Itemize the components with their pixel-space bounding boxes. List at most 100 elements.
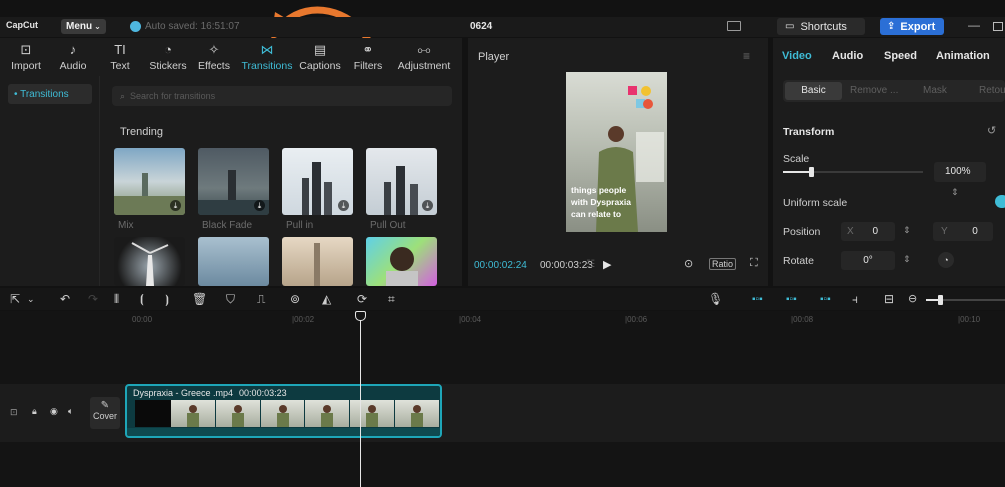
undo-icon[interactable]: ↶	[60, 292, 70, 306]
tab-speed[interactable]: Speed	[884, 50, 917, 62]
volume-icon[interactable]: 🔈︎	[68, 406, 73, 417]
transition-thumb[interactable]	[198, 237, 269, 286]
delete-icon[interactable]: 🗑	[192, 292, 207, 306]
split-screen-icon[interactable]: ⫞	[852, 292, 858, 307]
download-icon[interactable]: ⤓	[170, 200, 181, 211]
menu-icon[interactable]: ≡	[743, 49, 750, 63]
tab-filters[interactable]: ⚭ Filters	[338, 38, 398, 76]
layout-icon[interactable]	[727, 21, 741, 31]
export-button[interactable]: ⇪ Export	[880, 18, 944, 35]
clip-name: Dyspraxia - Greece .mp4	[133, 387, 234, 398]
eye-icon[interactable]: ◉	[50, 406, 58, 417]
preview-axis-icon[interactable]: ⊟	[884, 292, 894, 306]
fullscreen-icon[interactable]: ⛶	[750, 257, 758, 270]
magnet-icon[interactable]: ▪▫▪	[786, 294, 797, 305]
mirror-icon[interactable]: ◭	[322, 292, 331, 306]
download-icon[interactable]: ⤓	[422, 200, 433, 211]
search-placeholder: Search for transitions	[130, 91, 216, 101]
redo-icon[interactable]: ↷	[88, 292, 98, 306]
reverse-icon[interactable]: ⊚	[290, 292, 300, 306]
tool-label: Filters	[353, 59, 383, 72]
timeline-ruler[interactable]: 00:00 |00:02 |00:04 |00:06 |00:08 |00:10	[0, 311, 1005, 327]
microphone-icon[interactable]: 🎙	[708, 292, 723, 306]
focus-icon[interactable]: ⊙	[684, 257, 693, 270]
rotate-dial-icon[interactable]: ◔	[938, 252, 954, 268]
ratio-button[interactable]: Ratio	[709, 258, 737, 270]
clip-frame	[171, 400, 216, 427]
scale-slider-handle[interactable]	[809, 167, 814, 177]
playhead[interactable]	[360, 311, 361, 487]
subtab-basic[interactable]: Basic	[785, 82, 842, 100]
tab-transitions[interactable]: ⋈ Transitions	[237, 38, 297, 76]
ruler-tick: |00:02	[292, 315, 315, 324]
grid-icon[interactable]: ☷	[586, 259, 595, 270]
download-icon[interactable]: ⤓	[338, 200, 349, 211]
transition-thumb[interactable]	[114, 237, 185, 286]
zoom-slider[interactable]	[926, 295, 1005, 305]
stepper-icon[interactable]: ⇕	[903, 254, 911, 265]
tool-label: Audio	[59, 59, 87, 72]
tool-label: Effects	[198, 59, 230, 72]
transition-pull-in-thumb[interactable]: ⤓	[282, 148, 353, 215]
search-input[interactable]: ⌕ Search for transitions	[112, 86, 452, 106]
rotate-icon[interactable]: ⟳	[357, 292, 367, 306]
video-clip[interactable]: Dyspraxia - Greece .mp4 00:00:03:23	[125, 384, 442, 438]
tab-animation[interactable]: Animation	[936, 50, 990, 62]
split-icon[interactable]: ⫴	[114, 292, 119, 307]
tab-effects[interactable]: ✧ Effects	[184, 38, 244, 76]
transition-pull-out-thumb[interactable]: ⤓	[366, 148, 437, 215]
transition-thumb[interactable]	[366, 237, 437, 286]
video-preview[interactable]: things people with Dyspraxia can relate …	[566, 72, 667, 232]
subtab-remove[interactable]: Remove ...	[850, 85, 898, 96]
chevron-down-icon[interactable]: ⌄	[27, 294, 35, 305]
trending-heading: Trending	[120, 126, 164, 138]
stepper-icon[interactable]: ⇕	[903, 225, 911, 236]
current-time: 00:00:02:24	[474, 260, 527, 271]
transition-thumb[interactable]	[282, 237, 353, 286]
transition-mix-thumb[interactable]: ⤓	[114, 148, 185, 215]
subtab-retouch[interactable]: Retou	[979, 85, 1005, 96]
scale-value-input[interactable]: 100% ⇕	[934, 162, 986, 197]
play-button[interactable]: ▶	[603, 258, 611, 271]
tab-video[interactable]: Video	[782, 50, 812, 62]
subtab-bar: Basic Remove ... Mask Retou	[783, 80, 1005, 102]
clip-header: Dyspraxia - Greece .mp4 00:00:03:23	[127, 386, 440, 399]
autosave-status: Auto saved: 16:51:07	[145, 21, 240, 32]
select-cursor-icon[interactable]: ⇱	[10, 292, 20, 306]
linkage-icon[interactable]: ▪▫▪	[820, 294, 831, 305]
transition-black-fade-thumb[interactable]: ⤓	[198, 148, 269, 215]
maximize-button[interactable]	[993, 22, 1003, 31]
reset-icon[interactable]: ↺	[987, 124, 996, 137]
tab-adjustment[interactable]: ⧟ Adjustment	[394, 38, 454, 76]
sidebar-item-transitions[interactable]: • Transitions	[8, 84, 92, 104]
link-track-icon[interactable]: ▪▫▪	[752, 294, 763, 305]
upload-icon: ⇪	[887, 21, 896, 32]
menu-button[interactable]: Menu ⌄	[61, 19, 106, 34]
crop-icon[interactable]: ⌗	[388, 292, 395, 307]
zoom-out-icon[interactable]: ⊖	[908, 292, 917, 305]
subtab-mask[interactable]: Mask	[923, 85, 947, 96]
split-left-icon[interactable]: ⦗	[140, 292, 144, 307]
playhead-handle[interactable]	[355, 311, 366, 321]
lock-icon[interactable]: 🔒︎	[32, 406, 37, 417]
scale-label: Scale	[783, 153, 810, 165]
uniform-scale-toggle[interactable]	[995, 195, 1005, 208]
cover-button[interactable]: ✎ Cover	[90, 397, 120, 429]
scale-slider[interactable]	[783, 167, 923, 177]
project-name[interactable]: 0624	[470, 21, 492, 32]
rotate-input[interactable]: 0°	[841, 251, 895, 270]
caption-line: things people	[571, 185, 627, 195]
minimize-button[interactable]: —	[968, 18, 980, 32]
y-axis-label: Y	[941, 226, 948, 237]
shortcuts-button[interactable]: ▭ Shortcuts	[777, 18, 865, 35]
tab-audio[interactable]: Audio	[832, 50, 863, 62]
download-icon[interactable]: ⤓	[254, 200, 265, 211]
clip-frame	[350, 400, 395, 427]
stepper-icon[interactable]: ⇕	[951, 187, 959, 197]
split-right-icon[interactable]: ⦘	[165, 292, 169, 307]
freeze-icon[interactable]: ⎍	[257, 292, 265, 307]
position-y-input[interactable]: Y 0	[933, 222, 993, 241]
marker-icon[interactable]: ⛉	[226, 292, 235, 307]
position-x-input[interactable]: X 0	[841, 222, 895, 241]
zoom-slider-handle[interactable]	[938, 295, 943, 305]
